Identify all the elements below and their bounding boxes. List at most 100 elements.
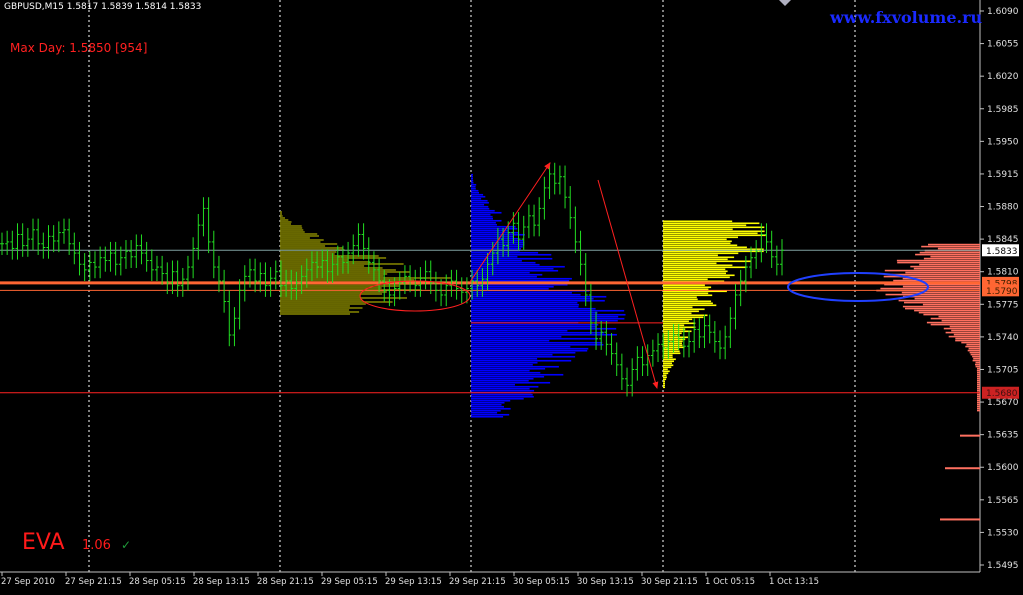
profile-bar bbox=[940, 518, 980, 521]
profile-bar bbox=[471, 259, 522, 262]
profile-bar bbox=[663, 242, 731, 245]
profile-bar bbox=[280, 213, 282, 215]
y-tick-label: 1.6090 bbox=[987, 7, 1019, 17]
profile-bar bbox=[280, 307, 363, 309]
price-tag-level-b: 1.5790 bbox=[986, 287, 1018, 297]
chart-window[interactable]: 1.6090 1.6055 1.6020 1.5985 1.5950 1.5915 1.58… bbox=[0, 0, 1023, 591]
profile-bar bbox=[280, 279, 415, 281]
profile-bar bbox=[471, 411, 498, 414]
profile-bar bbox=[663, 384, 665, 387]
profile-bar bbox=[471, 179, 474, 182]
x-tick-label: 28 Sep 05:15 bbox=[129, 577, 186, 587]
profile-bar bbox=[471, 361, 538, 364]
profile-bar bbox=[663, 264, 733, 267]
profile-bar bbox=[663, 270, 728, 273]
profile-bar bbox=[471, 181, 474, 184]
x-tick-label: 29 Sep 21:15 bbox=[449, 577, 506, 587]
profile-bar bbox=[280, 261, 370, 263]
y-tick-label: 1.5950 bbox=[987, 137, 1019, 147]
profile-bar bbox=[663, 316, 704, 319]
profile-bar bbox=[977, 401, 980, 404]
profile-bar bbox=[930, 317, 980, 320]
profile-bar bbox=[471, 267, 554, 270]
profile-bar bbox=[280, 263, 404, 265]
profile-bar bbox=[280, 299, 363, 301]
profile-bar bbox=[663, 368, 668, 371]
y-tick-label: 1.6055 bbox=[987, 40, 1019, 50]
profile-bar bbox=[280, 295, 361, 297]
profile-bar bbox=[967, 349, 980, 352]
profile-bar bbox=[880, 287, 980, 290]
profile-bar bbox=[471, 219, 502, 222]
profile-bar bbox=[471, 279, 570, 282]
profile-bar bbox=[280, 223, 291, 225]
profile-bar bbox=[663, 366, 672, 369]
profile-bar bbox=[663, 360, 674, 363]
profile-bar bbox=[921, 245, 980, 248]
profile-bar bbox=[471, 327, 617, 330]
drawn-annotations bbox=[359, 0, 929, 389]
chart-title: GBPUSD,M15 1.5817 1.5839 1.5814 1.5833 bbox=[4, 2, 202, 12]
profile-bar bbox=[471, 305, 579, 308]
profile-bar bbox=[977, 403, 980, 406]
profile-bar bbox=[471, 215, 493, 218]
profile-bar bbox=[471, 199, 488, 202]
profile-bar bbox=[471, 325, 597, 328]
profile-bar bbox=[885, 293, 980, 296]
profile-bar bbox=[471, 359, 572, 362]
y-tick-label: 1.5775 bbox=[987, 300, 1019, 310]
profile-bar bbox=[970, 353, 980, 356]
profile-bar bbox=[280, 231, 305, 233]
profile-bar bbox=[884, 269, 980, 272]
max-day-label: Max Day: 1.5850 [954] bbox=[10, 41, 148, 55]
profile-bar bbox=[898, 299, 980, 302]
y-tick-label: 1.5845 bbox=[987, 235, 1019, 245]
profile-bar bbox=[471, 217, 493, 220]
profile-bar bbox=[663, 352, 681, 355]
profile-bar bbox=[955, 337, 980, 340]
profile-bar bbox=[975, 365, 980, 368]
x-tick-label: 29 Sep 13:15 bbox=[385, 577, 442, 587]
profile-bar bbox=[923, 313, 980, 316]
price-tag-current: 1.5833 bbox=[986, 247, 1018, 257]
profile-bar bbox=[471, 369, 530, 372]
profile-bar bbox=[943, 327, 980, 330]
profile-bar bbox=[471, 207, 490, 210]
profile-bar bbox=[945, 331, 980, 334]
profile-bar bbox=[471, 299, 605, 302]
profile-bar bbox=[663, 312, 692, 315]
profile-bar bbox=[966, 343, 980, 346]
profile-bar bbox=[977, 367, 980, 370]
profile-bar bbox=[663, 268, 726, 271]
profile-bar bbox=[471, 373, 564, 376]
profile-bar bbox=[663, 374, 667, 377]
profile-bar bbox=[471, 371, 541, 374]
price-chart[interactable]: 1.6090 1.6055 1.6020 1.5985 1.5950 1.5915 1.58… bbox=[0, 0, 1023, 591]
profile-bar bbox=[471, 413, 510, 416]
profile-bar bbox=[471, 255, 518, 258]
profile-bar bbox=[471, 253, 552, 256]
profile-bar bbox=[471, 177, 473, 180]
profile-bar bbox=[280, 301, 393, 303]
profile-bar bbox=[938, 315, 980, 318]
indicator-version: 1.06 bbox=[82, 538, 111, 553]
profile-bar bbox=[663, 286, 712, 289]
volume-profiles bbox=[280, 173, 980, 521]
y-tick-label: 1.5985 bbox=[987, 105, 1019, 115]
profile-bar bbox=[471, 331, 605, 334]
profile-bar bbox=[471, 403, 502, 406]
profile-bar bbox=[471, 365, 559, 368]
profile-bar bbox=[977, 383, 980, 386]
profile-bar bbox=[471, 351, 576, 354]
profile-bar bbox=[280, 305, 350, 307]
profile-bar bbox=[471, 397, 524, 400]
profile-bar bbox=[919, 263, 980, 266]
profile-bar bbox=[471, 245, 523, 248]
website-link[interactable]: www.fxvolume.ru bbox=[830, 8, 982, 27]
profile-bar bbox=[471, 221, 496, 224]
profile-bar bbox=[471, 415, 504, 418]
profile-bar bbox=[471, 313, 626, 316]
profile-bar bbox=[280, 309, 350, 311]
profile-bar bbox=[891, 273, 980, 276]
profile-bar bbox=[471, 189, 479, 192]
